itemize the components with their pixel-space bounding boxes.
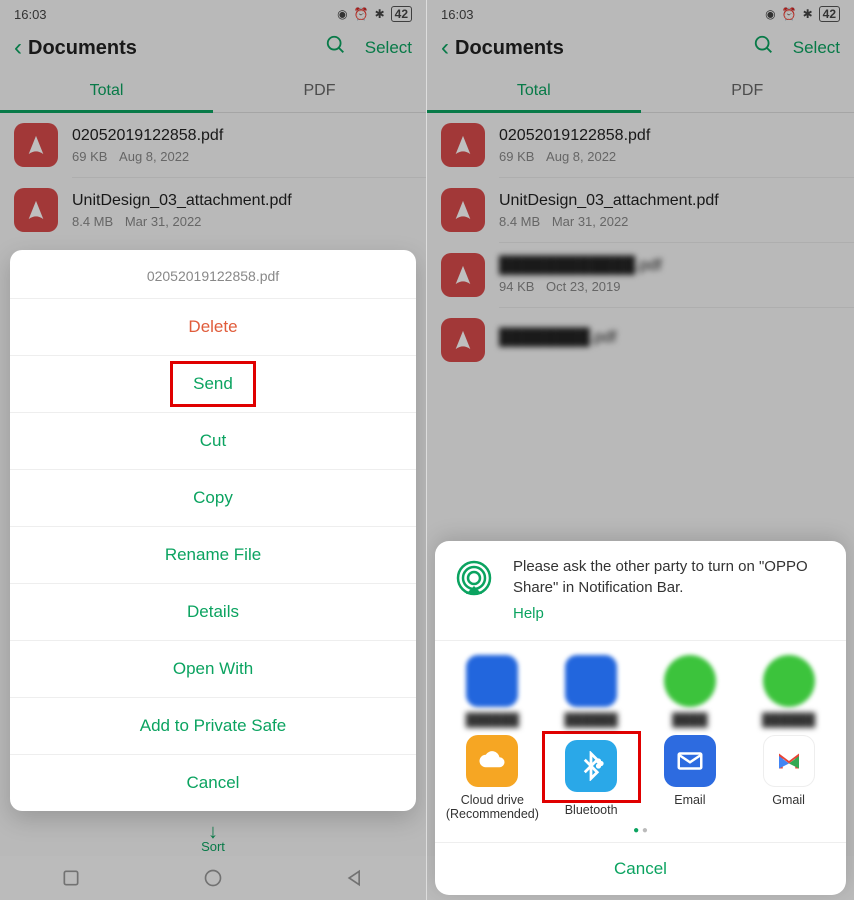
battery-indicator: 42: [391, 6, 412, 22]
menu-rename[interactable]: Rename File: [10, 527, 416, 584]
cloud-icon: [466, 735, 518, 787]
search-icon[interactable]: [753, 34, 775, 62]
status-bar: 16:03 ◉ ⏰ ✱ 42: [427, 0, 854, 24]
file-name-redacted: ████████████.pdf: [499, 257, 662, 275]
oppo-share-icon: [451, 557, 497, 603]
share-app-gmail[interactable]: Gmail: [739, 731, 838, 821]
face-icon: ◉: [765, 7, 775, 21]
bluetooth-status-icon: ✱: [375, 7, 385, 21]
tab-pdf[interactable]: PDF: [641, 70, 854, 113]
sort-arrow-icon: ↓: [0, 825, 426, 839]
pdf-icon: [14, 188, 58, 232]
share-sheet-modal: Please ask the other party to turn on "O…: [435, 541, 846, 895]
gmail-icon: [763, 735, 815, 787]
email-icon: [664, 735, 716, 787]
status-time: 16:03: [441, 7, 474, 22]
share-app-blurred[interactable]: ██████: [542, 651, 641, 727]
menu-cut[interactable]: Cut: [10, 413, 416, 470]
pdf-icon: [441, 123, 485, 167]
bluetooth-icon: [565, 740, 617, 792]
file-list: 02052019122858.pdf 69 KB Aug 8, 2022 Uni…: [427, 113, 854, 372]
alarm-icon: ⏰: [782, 7, 797, 21]
select-link[interactable]: Select: [793, 38, 840, 58]
select-link[interactable]: Select: [365, 38, 412, 58]
status-icons: ◉ ⏰ ✱ 42: [337, 6, 412, 22]
menu-filename: 02052019122858.pdf: [10, 250, 416, 299]
back-icon[interactable]: ‹: [14, 34, 22, 62]
context-menu-modal: 02052019122858.pdf Delete Send Cut Copy …: [10, 250, 416, 811]
highlight-bluetooth: [542, 731, 641, 803]
search-icon[interactable]: [325, 34, 347, 62]
app-header: ‹ Documents Select: [0, 24, 426, 70]
pdf-icon: [441, 188, 485, 232]
menu-open-with[interactable]: Open With: [10, 641, 416, 698]
file-name: 02052019122858.pdf: [72, 127, 223, 145]
back-icon[interactable]: ‹: [441, 34, 449, 62]
face-icon: ◉: [337, 7, 347, 21]
menu-copy[interactable]: Copy: [10, 470, 416, 527]
alarm-icon: ⏰: [354, 7, 369, 21]
page-title: Documents: [455, 37, 753, 60]
status-time: 16:03: [14, 7, 47, 22]
tab-total[interactable]: Total: [0, 70, 213, 113]
file-meta: 69 KB Aug 8, 2022: [72, 149, 223, 164]
file-row[interactable]: 02052019122858.pdf 69 KB Aug 8, 2022: [0, 113, 426, 177]
share-cancel-button[interactable]: Cancel: [435, 842, 846, 895]
file-name: 02052019122858.pdf: [499, 127, 650, 145]
share-app-bluetooth[interactable]: Bluetooth: [542, 731, 641, 821]
tab-total[interactable]: Total: [427, 70, 641, 113]
file-name: UnitDesign_03_attachment.pdf: [72, 192, 292, 210]
menu-private-safe[interactable]: Add to Private Safe: [10, 698, 416, 755]
phone-right: 16:03 ◉ ⏰ ✱ 42 ‹ Documents Select Total …: [427, 0, 854, 900]
share-app-blurred[interactable]: ██████: [443, 651, 542, 727]
share-app-cloud[interactable]: Cloud drive (Recommended): [443, 731, 542, 821]
nav-recent-icon[interactable]: [61, 868, 81, 888]
file-name-redacted: ████████.pdf: [499, 329, 616, 347]
file-row[interactable]: ████████████.pdf 94 KB Oct 23, 2019: [427, 243, 854, 307]
share-app-blurred[interactable]: ██████: [739, 651, 838, 727]
tabs: Total PDF: [427, 70, 854, 113]
file-list: 02052019122858.pdf 69 KB Aug 8, 2022 Uni…: [0, 113, 426, 242]
file-row[interactable]: 02052019122858.pdf 69 KB Aug 8, 2022: [427, 113, 854, 177]
app-header: ‹ Documents Select: [427, 24, 854, 70]
file-meta: 94 KB Oct 23, 2019: [499, 279, 662, 294]
page-title: Documents: [28, 37, 325, 60]
pdf-icon: [14, 123, 58, 167]
battery-indicator: 42: [819, 6, 840, 22]
pager-dots: ● ●: [435, 823, 846, 842]
status-icons: ◉ ⏰ ✱ 42: [765, 6, 840, 22]
nav-back-icon[interactable]: [345, 868, 365, 888]
file-meta: 8.4 MB Mar 31, 2022: [499, 214, 719, 229]
bluetooth-status-icon: ✱: [803, 7, 813, 21]
file-row[interactable]: UnitDesign_03_attachment.pdf 8.4 MB Mar …: [427, 178, 854, 242]
menu-cancel[interactable]: Cancel: [10, 755, 416, 811]
android-navbar: [0, 856, 426, 900]
file-row[interactable]: ████████.pdf: [427, 308, 854, 372]
sort-control[interactable]: ↓ Sort: [0, 825, 426, 854]
nav-home-icon[interactable]: [203, 868, 223, 888]
highlight-send: Send: [170, 361, 256, 407]
share-app-email[interactable]: Email: [641, 731, 740, 821]
menu-details[interactable]: Details: [10, 584, 416, 641]
tabs: Total PDF: [0, 70, 426, 113]
tab-pdf[interactable]: PDF: [213, 70, 426, 113]
share-app-grid: ██████ ██████ ████ ██████ Cloud drive (R…: [435, 645, 846, 823]
file-name: UnitDesign_03_attachment.pdf: [499, 192, 719, 210]
share-help-link[interactable]: Help: [513, 604, 830, 624]
phone-left: 16:03 ◉ ⏰ ✱ 42 ‹ Documents Select Total …: [0, 0, 427, 900]
file-row[interactable]: UnitDesign_03_attachment.pdf 8.4 MB Mar …: [0, 178, 426, 242]
pdf-icon: [441, 318, 485, 362]
menu-send[interactable]: Send: [10, 356, 416, 413]
share-app-blurred[interactable]: ████: [641, 651, 740, 727]
share-prompt: Please ask the other party to turn on "O…: [513, 557, 830, 624]
status-bar: 16:03 ◉ ⏰ ✱ 42: [0, 0, 426, 24]
menu-delete[interactable]: Delete: [10, 299, 416, 356]
file-meta: 69 KB Aug 8, 2022: [499, 149, 650, 164]
pdf-icon: [441, 253, 485, 297]
file-meta: 8.4 MB Mar 31, 2022: [72, 214, 292, 229]
